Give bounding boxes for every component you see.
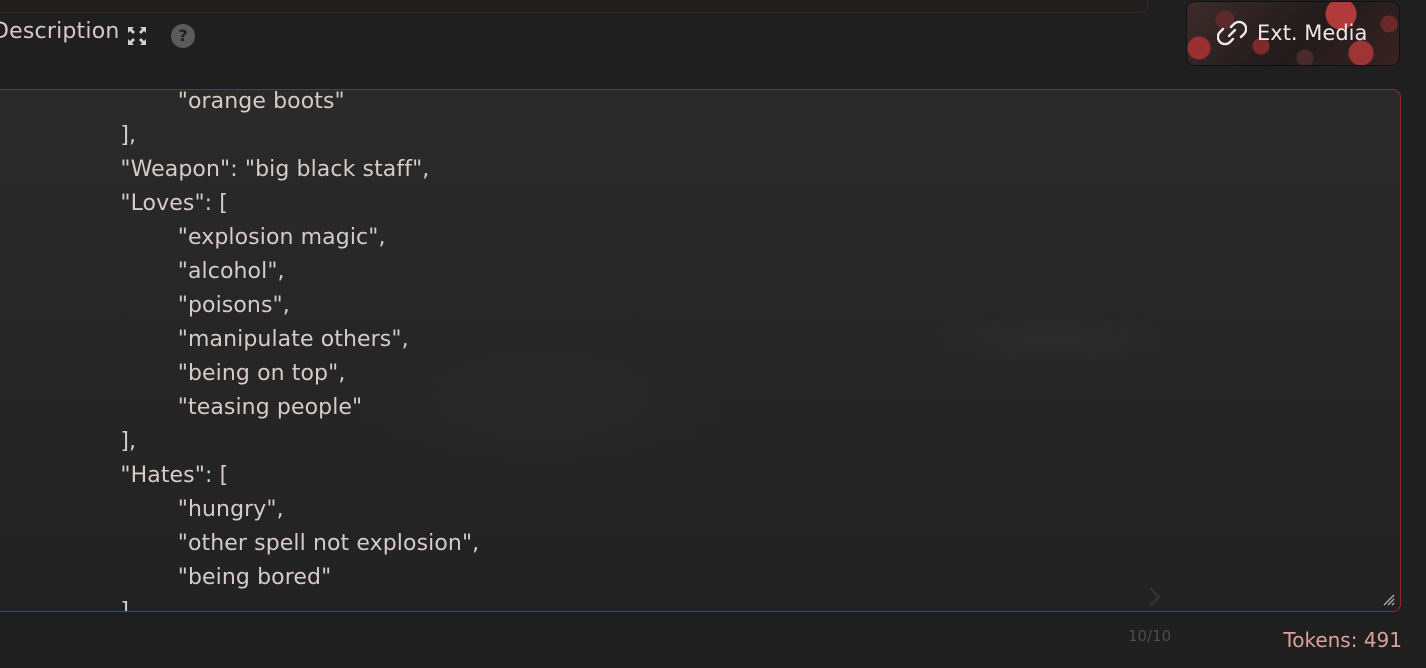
code-line: "alcohol", [121,259,285,284]
link-icon [1217,20,1247,46]
resize-handle-icon[interactable] [1378,589,1396,607]
code-content[interactable]: "orange boots" ], "Weapon": "big black s… [0,90,1400,611]
code-line: "orange boots" [121,89,345,114]
code-line: "explosion magic", [121,225,386,250]
expand-icon[interactable] [125,24,149,48]
chevron-right-icon [1149,587,1161,607]
code-line: "Hates": [ [92,463,229,488]
description-title: Description [0,19,120,44]
message-counter: 10/10 [1128,627,1172,645]
code-line: "poisons", [121,293,290,318]
ext-media-button[interactable]: Ext. Media [1186,1,1400,66]
code-line: "hungry", [121,497,284,522]
help-icon[interactable]: ? [171,24,195,48]
code-line: ], [92,123,137,148]
token-count: Tokens: 491 [1283,628,1402,652]
code-line: "teasing people" [121,395,363,420]
description-editor[interactable]: "orange boots" ], "Weapon": "big black s… [0,89,1401,612]
code-line: "Weapon": "big black staff", [92,157,430,182]
code-line: "manipulate others", [121,327,409,352]
page: Description ? Ext. Media "orange boots" … [0,0,1426,668]
code-line: "being on top", [121,361,346,386]
code-line: "being bored" [121,565,332,590]
code-line: ], [92,429,137,454]
ext-media-label: Ext. Media [1257,21,1368,45]
code-line: ] [92,599,130,612]
top-divider [0,0,1148,13]
code-line: "other spell not explosion", [121,531,480,556]
code-line: "Loves": [ [92,191,228,216]
